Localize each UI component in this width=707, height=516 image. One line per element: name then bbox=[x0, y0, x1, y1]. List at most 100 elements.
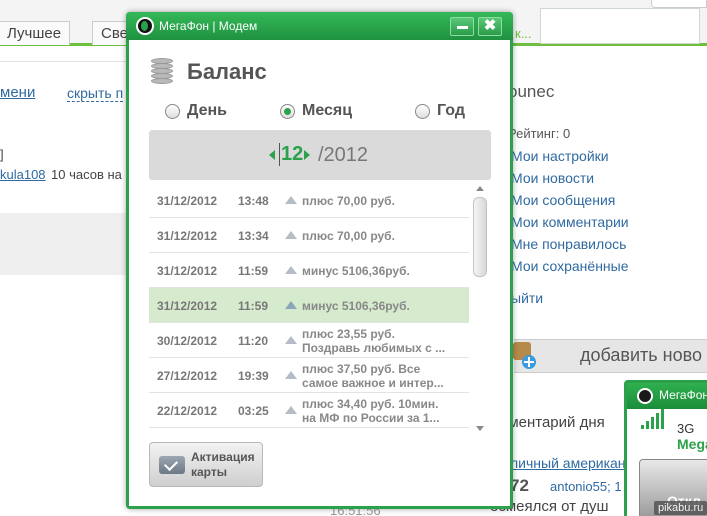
hide-link[interactable]: скрыть п bbox=[67, 85, 124, 102]
transaction-description: плюс 70,00 руб. bbox=[302, 194, 467, 208]
transaction-row[interactable]: 27/12/2012 19:39 плюс 37,50 руб. Все самое … bbox=[149, 358, 469, 393]
transaction-time: 11:59 bbox=[238, 299, 269, 313]
transaction-date: 31/12/2012 bbox=[157, 264, 218, 278]
radio-icon bbox=[415, 103, 430, 119]
period-day-radio[interactable]: День bbox=[165, 100, 227, 122]
close-button[interactable]: ✖ bbox=[478, 17, 502, 36]
transaction-date: 30/12/2012 bbox=[157, 334, 218, 348]
comment-post-link[interactable]: личный американ bbox=[510, 455, 626, 471]
transaction-description-line1: плюс 34,40 руб. 10мин. bbox=[302, 397, 439, 411]
tab-best[interactable]: Лучшее bbox=[0, 21, 71, 45]
transaction-description-line1: минус 5106,36руб. bbox=[302, 299, 410, 313]
operator-name: Mega bbox=[677, 436, 707, 452]
transaction-time: 03:25 bbox=[238, 404, 269, 418]
transaction-date: 31/12/2012 bbox=[157, 299, 218, 313]
section-title: Баланс bbox=[187, 59, 267, 84]
transaction-triangle-icon bbox=[285, 336, 297, 344]
mini-widget-titlebar[interactable]: МегаФон | М bbox=[627, 383, 707, 409]
sidebar-item-logout[interactable]: ыйти bbox=[511, 290, 543, 306]
transaction-description-line1: плюс 23,55 руб. bbox=[302, 327, 395, 341]
sidebar-item-news[interactable]: Мои новости bbox=[511, 170, 594, 186]
period-day-label: День bbox=[187, 102, 227, 119]
scroll-up-arrow-icon[interactable] bbox=[476, 186, 484, 191]
modem-mini-widget: МегаФон | М 3G Mega Откл bbox=[624, 380, 707, 516]
transaction-date: 27/12/2012 bbox=[157, 369, 218, 383]
sidebar-item-settings[interactable]: Мои настройки bbox=[511, 148, 609, 164]
bracket-text: ] bbox=[0, 147, 4, 162]
transaction-description: минус 5106,36руб. bbox=[302, 299, 467, 313]
transaction-time: 13:48 bbox=[238, 194, 269, 208]
prev-month-arrow-icon[interactable] bbox=[269, 150, 275, 160]
transaction-description: плюс 34,40 руб. 10мин. на МФ по России за… bbox=[302, 397, 467, 425]
transaction-description-line1: плюс 70,00 руб. bbox=[302, 194, 395, 208]
transaction-list[interactable]: 31/12/2012 13:48 плюс 70,00 руб. 31/12/2012… bbox=[149, 183, 469, 433]
close-icon: ✖ bbox=[483, 17, 497, 34]
transaction-row[interactable]: 31/12/2012 11:59 минус 5106,36руб. bbox=[149, 253, 469, 288]
period-month-label: Месяц bbox=[302, 102, 353, 119]
search-box[interactable] bbox=[540, 8, 700, 44]
transaction-description: плюс 23,55 руб. Поздравь любимых с ... bbox=[302, 327, 467, 355]
modem-balance-window: МегаФон | Модем ✖ Баланс День Месяц Год bbox=[126, 12, 513, 509]
transaction-scrollbar[interactable] bbox=[472, 183, 489, 433]
transaction-row[interactable]: 31/12/2012 13:34 плюс 70,00 руб. bbox=[149, 218, 469, 253]
transaction-description-line1: минус 5106,36руб. bbox=[302, 264, 410, 278]
transaction-triangle-icon bbox=[285, 266, 297, 274]
transaction-row[interactable]: 30/12/2012 11:20 плюс 23,55 руб. Поздравь л… bbox=[149, 323, 469, 358]
megafon-logo-icon bbox=[136, 17, 154, 35]
transaction-triangle-icon bbox=[285, 301, 297, 309]
next-month-arrow-icon[interactable] bbox=[304, 150, 310, 160]
scroll-down-arrow-icon[interactable] bbox=[476, 426, 484, 431]
transaction-triangle-icon bbox=[285, 196, 297, 204]
period-year-radio[interactable]: Год bbox=[415, 100, 465, 122]
transaction-row[interactable]: 22/12/2012 03:25 плюс 34,40 руб. 10мин. на … bbox=[149, 393, 469, 428]
comment-author[interactable]: antonio55; 1 bbox=[550, 479, 622, 494]
sidebar-rating: Рейтинг: 0 bbox=[508, 126, 571, 141]
post-block bbox=[0, 213, 128, 275]
transaction-description: плюс 70,00 руб. bbox=[302, 229, 467, 243]
activate-card-label: Активация карты bbox=[191, 450, 261, 480]
search-dots: к... bbox=[515, 26, 532, 41]
scroll-thumb[interactable] bbox=[473, 197, 487, 277]
post-author-link[interactable]: kula108 bbox=[0, 167, 46, 182]
transaction-description: минус 5106,36руб. bbox=[302, 264, 467, 278]
megafon-logo-icon bbox=[637, 388, 653, 404]
window-title: МегаФон | Модем bbox=[159, 19, 258, 33]
window-titlebar[interactable]: МегаФон | Модем ✖ bbox=[126, 12, 513, 40]
divider bbox=[0, 61, 128, 62]
network-type: 3G bbox=[677, 421, 695, 436]
transaction-triangle-icon bbox=[285, 231, 297, 239]
post-time: 10 часов на bbox=[51, 167, 122, 182]
radio-checked-icon bbox=[280, 103, 295, 119]
menu-link[interactable]: мени bbox=[0, 84, 35, 101]
minimize-button[interactable] bbox=[450, 17, 474, 36]
transaction-description-line2: самое важное и интер... bbox=[302, 376, 444, 390]
transaction-time: 11:20 bbox=[238, 334, 269, 348]
sidebar-item-liked[interactable]: Мне понравилось bbox=[511, 236, 626, 252]
activate-card-button[interactable]: Активация карты bbox=[149, 442, 263, 487]
transaction-triangle-icon bbox=[285, 406, 297, 414]
sidebar-item-comments[interactable]: Мои комментарии bbox=[511, 214, 629, 230]
sidebar-username[interactable]: ounec bbox=[508, 82, 554, 102]
transaction-date: 31/12/2012 bbox=[157, 194, 218, 208]
sidebar-item-saved[interactable]: Мои сохранённые bbox=[511, 258, 629, 274]
period-year-label: Год bbox=[437, 102, 465, 119]
sidebar-item-messages[interactable]: Мои сообщения bbox=[511, 192, 615, 208]
transaction-row[interactable]: 31/12/2012 13:48 плюс 70,00 руб. bbox=[149, 183, 469, 218]
transaction-time: 19:39 bbox=[238, 369, 269, 383]
transaction-row[interactable]: 31/12/2012 11:59 минус 5106,36руб. bbox=[149, 288, 469, 323]
transaction-description-line2: на МФ по России за 1... bbox=[302, 411, 440, 425]
add-news-label[interactable]: добавить ново bbox=[580, 345, 702, 366]
add-news-icon bbox=[513, 342, 536, 369]
window-body: Баланс День Месяц Год 12 /2012 31/12/201… bbox=[129, 40, 510, 506]
month-value[interactable]: 12 bbox=[279, 143, 303, 166]
comment-of-day-title: мментарий дня bbox=[498, 414, 605, 431]
login-input[interactable] bbox=[651, 0, 707, 8]
coins-icon bbox=[151, 56, 179, 86]
date-selector: 12 /2012 bbox=[149, 130, 491, 180]
transaction-description-line1: плюс 37,50 руб. Все bbox=[302, 362, 421, 376]
transaction-description-line2: Поздравь любимых с ... bbox=[302, 341, 446, 355]
transaction-time: 11:59 bbox=[238, 264, 269, 278]
year-value: /2012 bbox=[318, 144, 369, 166]
transaction-triangle-icon bbox=[285, 371, 297, 379]
period-month-radio[interactable]: Месяц bbox=[280, 100, 352, 122]
